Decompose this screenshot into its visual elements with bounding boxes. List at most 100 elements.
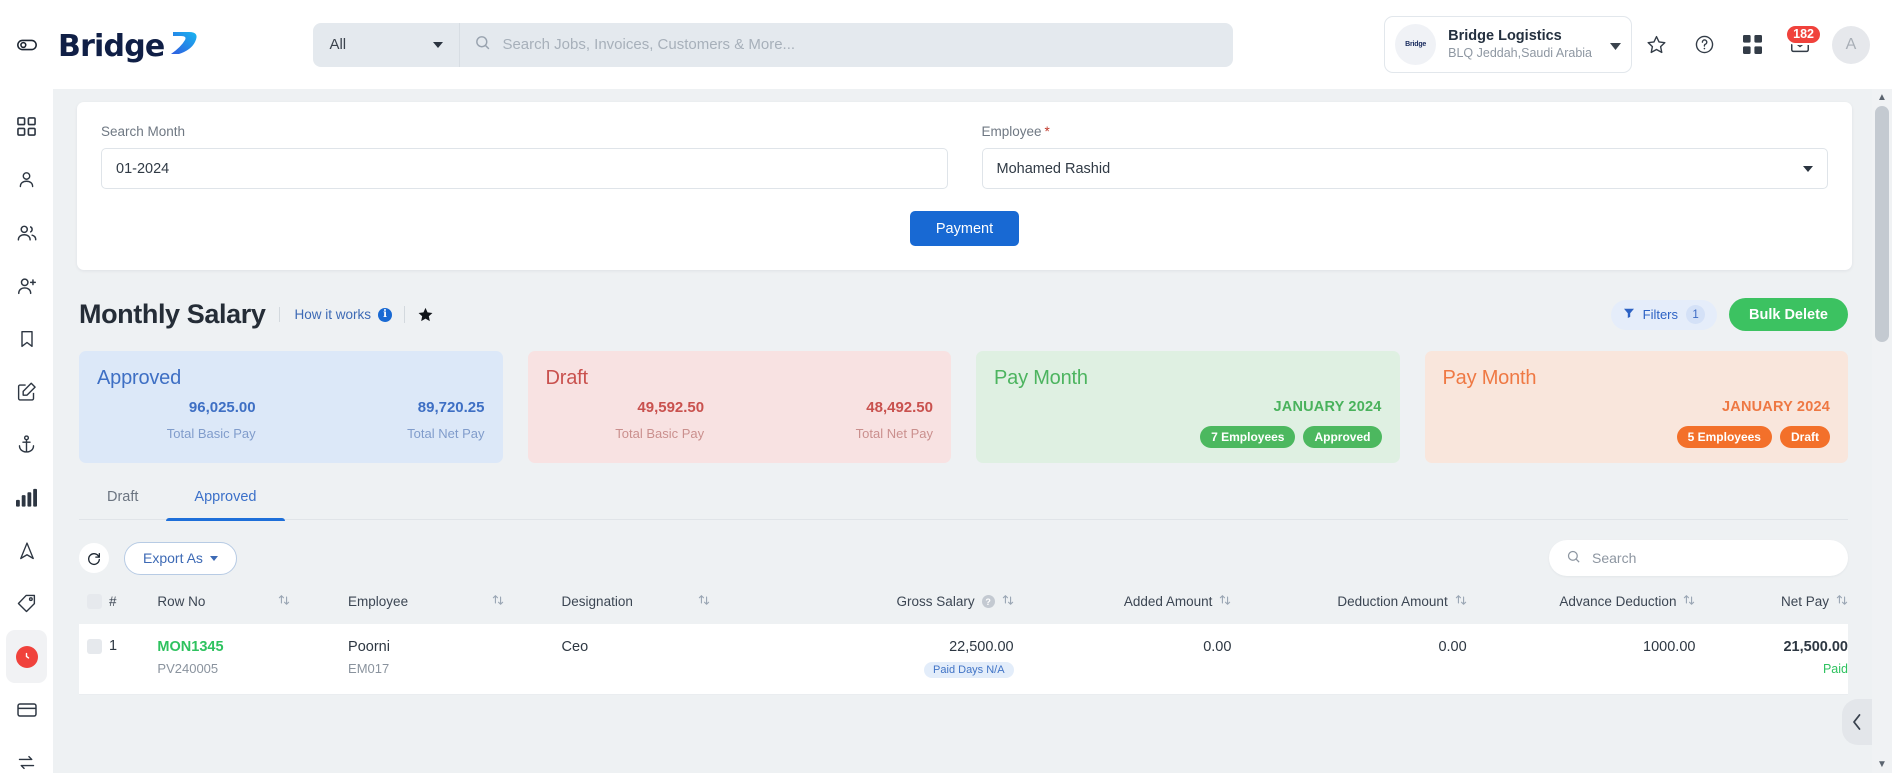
export-as-button[interactable]: Export As — [124, 541, 237, 575]
eye-toggle-icon[interactable] — [10, 28, 44, 62]
sidebar-item-tags[interactable] — [6, 577, 47, 630]
organization-logo-text: Bridge — [1405, 41, 1427, 48]
scrollbar-thumb[interactable] — [1875, 106, 1889, 342]
sidebar-item-user[interactable] — [6, 153, 47, 206]
sidebar-item-payroll[interactable] — [6, 630, 47, 683]
avatar[interactable]: A — [1832, 25, 1870, 64]
search-month-input[interactable] — [116, 160, 933, 177]
card-basic-value: 49,592.50 — [637, 399, 705, 416]
card-title: Draft — [545, 367, 589, 389]
employee-select[interactable]: Mohamed Rashid — [981, 148, 1828, 189]
search-month-input-wrap[interactable] — [101, 148, 948, 189]
salary-table-wrap: # Row No Employee Designation Gross Sala… — [79, 594, 1848, 696]
row-checkbox[interactable] — [87, 638, 102, 654]
sort-icon[interactable] — [278, 594, 290, 609]
sidebar-item-bookmarks[interactable] — [6, 312, 47, 365]
th-index: # — [79, 594, 157, 624]
sidebar-item-add-user[interactable] — [6, 259, 47, 312]
sort-icon[interactable] — [1836, 594, 1848, 609]
organization-name: Bridge Logistics — [1448, 28, 1562, 45]
sort-icon[interactable] — [1455, 594, 1467, 609]
sort-icon[interactable] — [698, 594, 710, 609]
top-bar: Bridge All Search Jobs, Invoices, Custom… — [0, 0, 1892, 89]
sidebar-item-payments[interactable] — [6, 683, 47, 736]
summary-card-pay-month-approved[interactable]: Pay Month JANUARY 2024 7 Employees Appro… — [976, 351, 1400, 463]
summary-cards: Approved 96,025.00 Total Basic Pay 89,72… — [79, 351, 1848, 463]
tab-approved[interactable]: Approved — [166, 489, 285, 521]
sidebar-item-reports[interactable] — [6, 471, 47, 524]
scrollbar-track[interactable] — [1872, 106, 1892, 756]
panel-collapse-handle[interactable] — [1842, 699, 1872, 745]
employee-code: EM017 — [348, 661, 390, 677]
table-header-row: # Row No Employee Designation Gross Sala… — [79, 594, 1848, 624]
apps-button[interactable] — [1728, 21, 1776, 69]
global-search-box[interactable] — [459, 22, 1234, 67]
card-net-value: 48,492.50 — [866, 399, 933, 416]
th-row-no: Row No — [157, 594, 348, 624]
sort-icon[interactable] — [492, 594, 504, 609]
mail-button[interactable]: 182 — [1776, 21, 1824, 69]
sidebar-item-customers[interactable] — [6, 206, 47, 259]
summary-card-pay-month-draft[interactable]: Pay Month JANUARY 2024 5 Employees Draft — [1424, 351, 1848, 463]
sidebar-item-navigation[interactable] — [6, 524, 47, 577]
select-all-checkbox[interactable] — [87, 594, 102, 609]
card-status-pill: Draft — [1779, 426, 1830, 448]
employee-select-value: Mohamed Rashid — [996, 160, 1111, 177]
th-designation-label: Designation — [561, 594, 633, 609]
page-title: Monthly Salary — [79, 299, 266, 329]
sidebar-item-shipping[interactable] — [6, 418, 47, 471]
salary-tabs: Draft Approved — [79, 489, 1848, 521]
summary-card-approved[interactable]: Approved 96,025.00 Total Basic Pay 89,72… — [79, 351, 503, 463]
help-icon[interactable]: ? — [981, 595, 995, 608]
search-month-label: Search Month — [101, 124, 186, 139]
cell-index: 1 — [79, 624, 158, 696]
th-net-pay-label: Net Pay — [1780, 594, 1829, 609]
page-header: Monthly Salary How it works i Filters 1 … — [79, 298, 1848, 331]
refresh-icon[interactable] — [79, 543, 109, 573]
table-search[interactable] — [1549, 540, 1848, 576]
sidebar-item-transfers[interactable] — [6, 736, 47, 773]
scroll-down-arrow-icon[interactable]: ▼ — [1877, 756, 1887, 773]
sort-icon[interactable] — [1002, 594, 1014, 609]
scroll-up-arrow-icon[interactable]: ▲ — [1877, 89, 1887, 106]
info-icon[interactable]: i — [377, 307, 392, 322]
sort-icon[interactable] — [1219, 594, 1231, 609]
table-row[interactable]: 1 MON1345 PV240005 Poorni EM017 Ceo 22,5… — [79, 624, 1848, 696]
employee-label-text: Employee — [981, 124, 1042, 139]
table-toolbar: Export As — [79, 540, 1848, 576]
tab-draft[interactable]: Draft — [79, 489, 166, 519]
search-scope-select[interactable]: All — [313, 22, 460, 67]
main-content: Search Month Employee* Mohamed Rashid — [53, 89, 1872, 773]
table-search-input[interactable] — [1592, 550, 1831, 566]
card-month-value: JANUARY 2024 — [1273, 399, 1382, 415]
organization-switcher[interactable]: Bridge Bridge Logistics BLQ Jeddah,Saudi… — [1384, 16, 1632, 73]
brand-logo[interactable]: Bridge — [58, 28, 201, 62]
how-it-works-label[interactable]: How it works — [294, 307, 371, 322]
required-marker: * — [1044, 124, 1050, 139]
global-search: All — [313, 22, 1234, 67]
salary-table: # Row No Employee Designation Gross Sala… — [79, 594, 1848, 696]
card-basic-label: Total Basic Pay — [166, 426, 256, 441]
how-it-works[interactable]: How it works i — [279, 307, 392, 322]
favorite-star-icon[interactable] — [403, 306, 434, 323]
bulk-delete-button[interactable]: Bulk Delete — [1729, 298, 1848, 331]
card-basic-pay: 96,025.00 Total Basic Pay — [167, 399, 256, 441]
th-advance-deduction-label: Advance Deduction — [1559, 594, 1677, 609]
card-basic-label: Total Basic Pay — [615, 426, 705, 441]
sidebar-item-dashboard[interactable] — [6, 100, 47, 153]
summary-card-draft[interactable]: Draft 49,592.50 Total Basic Pay 48,492.5… — [527, 351, 951, 463]
search-scope-label: All — [329, 36, 347, 53]
help-button[interactable] — [1680, 21, 1728, 69]
row-no-link[interactable]: MON1345 — [157, 638, 348, 656]
th-added-amount-label: Added Amount — [1123, 594, 1213, 609]
filters-button[interactable]: Filters 1 — [1610, 299, 1718, 330]
sidebar-item-edit[interactable] — [6, 365, 47, 418]
payment-button[interactable]: Payment — [909, 211, 1020, 246]
global-search-input[interactable] — [502, 36, 1220, 53]
sort-icon[interactable] — [1683, 594, 1695, 609]
chevron-down-icon — [209, 555, 218, 561]
card-title: Approved — [97, 367, 182, 389]
page-scrollbar[interactable]: ▲ ▼ — [1872, 89, 1892, 773]
favorites-button[interactable] — [1632, 21, 1680, 69]
cell-employee: Poorni EM017 — [348, 624, 562, 696]
